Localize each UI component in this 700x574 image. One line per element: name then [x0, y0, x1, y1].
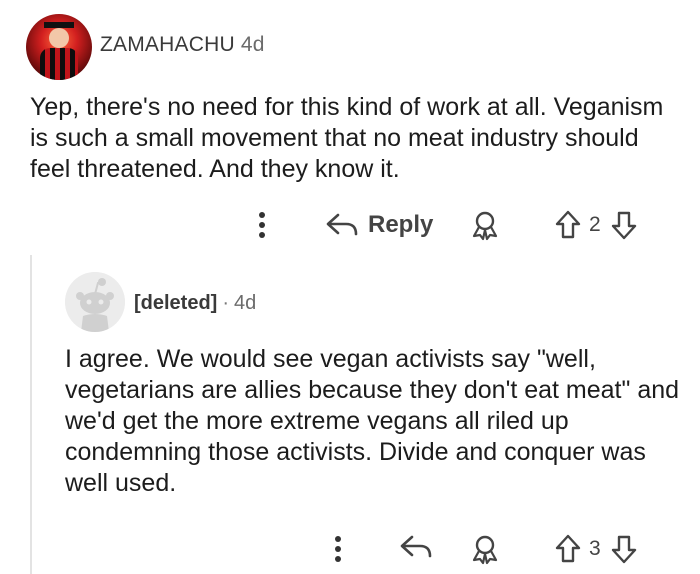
upvote-button[interactable]	[553, 208, 583, 242]
comment-body: Yep, there's no need for this kind of wo…	[30, 93, 664, 183]
award-button[interactable]	[470, 208, 500, 242]
upvote-arrow-icon	[555, 210, 581, 239]
thread-line[interactable]	[30, 255, 32, 574]
comment-author-line: ZAMAHACHU 4d	[100, 33, 265, 57]
downvote-arrow-icon	[611, 211, 637, 240]
reply-button[interactable]	[398, 532, 434, 566]
more-options-button[interactable]	[328, 532, 348, 566]
avatar-jersey	[40, 48, 78, 80]
snoo-avatar-icon	[65, 272, 125, 332]
upvote-arrow-icon	[555, 534, 581, 563]
more-vertical-icon	[259, 212, 265, 238]
user-avatar[interactable]	[26, 14, 92, 80]
reply-label: Reply	[368, 211, 434, 238]
reply-arrow-icon	[400, 535, 432, 558]
upvote-button[interactable]	[553, 532, 583, 566]
comment-timestamp: 4d	[240, 33, 265, 56]
username[interactable]: ZAMAHACHU	[100, 33, 235, 56]
meta-separator: ·	[222, 292, 230, 314]
reply-button[interactable]: Reply	[324, 208, 433, 242]
vote-score: 2	[589, 213, 601, 236]
reply-body: I agree. We would see vegan activists sa…	[65, 345, 680, 497]
downvote-arrow-icon	[611, 535, 637, 564]
award-icon	[472, 211, 498, 241]
reply-arrow-icon	[326, 213, 358, 236]
comment-timestamp: 4d	[234, 292, 257, 314]
username: [deleted]	[134, 292, 218, 314]
vote-score: 3	[589, 537, 601, 560]
more-vertical-icon	[335, 536, 341, 562]
award-icon	[472, 535, 498, 565]
downvote-button[interactable]	[609, 208, 639, 242]
downvote-button[interactable]	[609, 532, 639, 566]
avatar-head	[49, 28, 69, 48]
award-button[interactable]	[470, 532, 500, 566]
reply-author-line: [deleted] · 4d	[134, 292, 256, 315]
more-options-button[interactable]	[252, 208, 272, 242]
deleted-user-avatar	[65, 272, 125, 332]
